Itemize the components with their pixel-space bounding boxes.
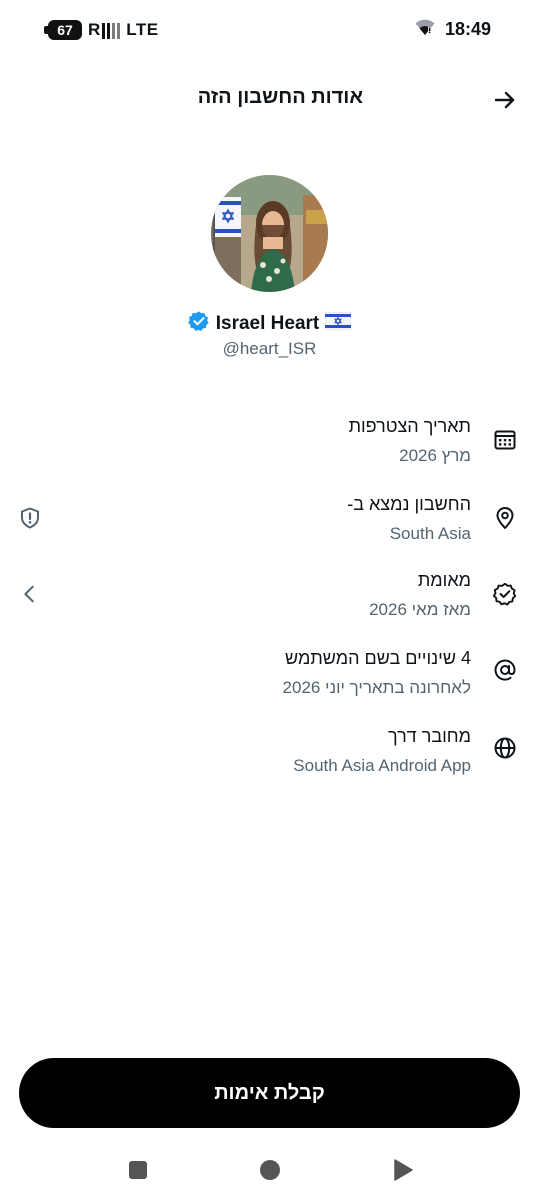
signal-icon: R bbox=[88, 20, 121, 39]
info-text: 4 שינויים בשם המשתמש לאחרונה בתאריך יוני… bbox=[283, 646, 471, 700]
square-icon[interactable] bbox=[126, 1158, 150, 1182]
info-row-username-changes: 4 שינויים בשם המשתמש לאחרונה בתאריך יוני… bbox=[0, 644, 539, 714]
info-title: החשבון נמצא ב- bbox=[347, 494, 471, 514]
arrow-right-icon bbox=[494, 91, 515, 109]
wifi-icon bbox=[415, 18, 435, 41]
system-nav-bar bbox=[0, 1150, 539, 1190]
display-name: Israel Heart bbox=[215, 312, 320, 334]
back-button[interactable] bbox=[491, 86, 519, 114]
header: אודות החשבון הזה bbox=[0, 78, 539, 122]
info-subtitle: South Asia Android App bbox=[293, 756, 471, 775]
info-title: 4 שינויים בשם המשתמש bbox=[285, 648, 471, 668]
get-verified-button[interactable]: קבלת אימות bbox=[19, 1058, 520, 1128]
info-subtitle: מרץ 2026 bbox=[399, 446, 471, 465]
circle-icon[interactable] bbox=[258, 1158, 282, 1182]
info-title: תאריך הצטרפות bbox=[348, 416, 471, 436]
battery-icon: 67 bbox=[44, 20, 82, 40]
info-title: מאומת bbox=[417, 570, 471, 590]
calendar-icon bbox=[491, 426, 519, 454]
info-text: תאריך הצטרפות מרץ 2026 bbox=[349, 414, 471, 468]
status-right: 18:49 bbox=[415, 18, 491, 41]
at-sign-icon bbox=[491, 656, 519, 684]
status-bar: 67 R LTE 18:49 bbox=[0, 0, 539, 62]
info-subtitle: South Asia bbox=[389, 524, 471, 543]
globe-icon bbox=[491, 734, 519, 762]
shield-alert-icon[interactable] bbox=[16, 504, 44, 532]
battery-level: 67 bbox=[57, 22, 73, 38]
status-left: 67 R LTE bbox=[44, 20, 159, 40]
location-pin-icon bbox=[491, 504, 519, 532]
info-title: מחובר דרך bbox=[388, 726, 471, 746]
israel-flag-icon bbox=[324, 311, 352, 335]
info-subtitle: לאחרונה בתאריך יוני 2026 bbox=[282, 678, 471, 697]
info-subtitle: מאז מאי 2026 bbox=[369, 600, 471, 619]
chevron-left-icon[interactable] bbox=[16, 580, 44, 608]
verified-badge-icon bbox=[491, 580, 519, 608]
clock: 18:49 bbox=[444, 19, 491, 39]
info-text: החשבון נמצא ב- South Asia bbox=[347, 492, 471, 546]
network-type: LTE bbox=[126, 20, 159, 39]
verified-badge-icon bbox=[187, 310, 210, 337]
handle: @heart_ISR bbox=[222, 339, 317, 358]
info-row-verified[interactable]: מאומת מאז מאי 2026 bbox=[0, 566, 539, 636]
info-text: מאומת מאז מאי 2026 bbox=[369, 568, 471, 622]
triangle-icon[interactable] bbox=[391, 1158, 415, 1182]
signal-letter: R bbox=[88, 20, 101, 39]
profile-name-row: Israel Heart bbox=[0, 310, 539, 337]
page-title: אודות החשבון הזה bbox=[197, 86, 363, 108]
info-row-joined: תאריך הצטרפות מרץ 2026 bbox=[0, 410, 539, 480]
info-text: מחובר דרך South Asia Android App bbox=[293, 724, 471, 778]
info-row-location: החשבון נמצא ב- South Asia bbox=[0, 488, 539, 558]
avatar[interactable] bbox=[211, 175, 328, 292]
info-row-connected-via: מחובר דרך South Asia Android App bbox=[0, 722, 539, 792]
